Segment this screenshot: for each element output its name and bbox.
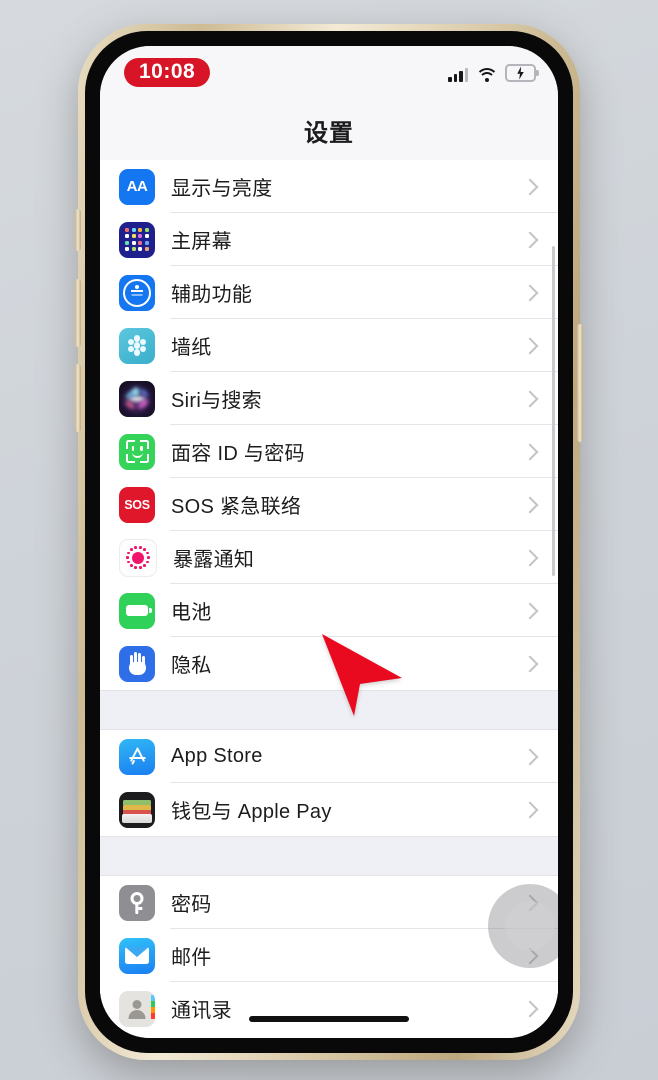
settings-row-label: 暴露通知 bbox=[173, 549, 255, 571]
chevron-right-icon bbox=[521, 443, 539, 460]
settings-row-label: 辅助功能 bbox=[171, 284, 253, 306]
accessibility-icon bbox=[119, 274, 155, 311]
cellular-signal-icon bbox=[448, 67, 468, 82]
settings-row-contacts[interactable]: 通讯录 bbox=[100, 982, 558, 1035]
settings-row-wallet-apple-pay[interactable]: 钱包与 Apple Pay bbox=[100, 783, 558, 836]
settings-list[interactable]: AA 显示与亮度 主屏幕 辅助功能 墙纸 Siri与搜索 面容 ID 与密码 S… bbox=[100, 160, 558, 1038]
chevron-right-icon bbox=[521, 801, 539, 818]
chevron-right-icon bbox=[521, 284, 539, 301]
settings-row-label: SOS 紧急联络 bbox=[171, 496, 302, 518]
chevron-right-icon bbox=[521, 748, 539, 765]
status-bar-time: 10:08 bbox=[124, 58, 211, 87]
chevron-right-icon bbox=[521, 231, 539, 248]
status-bar: 10:08 bbox=[100, 46, 558, 104]
status-bar-indicators bbox=[448, 64, 539, 82]
settings-row-label: 邮件 bbox=[171, 947, 212, 969]
face-id-icon bbox=[119, 433, 155, 470]
settings-row-emergency-sos[interactable]: SOS SOS 紧急联络 bbox=[100, 478, 558, 531]
settings-row-display-brightness[interactable]: AA 显示与亮度 bbox=[100, 160, 558, 213]
settings-row-label: App Store bbox=[171, 745, 263, 767]
chevron-right-icon bbox=[521, 496, 539, 513]
group-separator bbox=[100, 836, 558, 876]
mouse-cursor-arrow bbox=[322, 634, 402, 716]
emergency-sos-icon: SOS bbox=[119, 486, 155, 523]
mail-envelope-icon bbox=[119, 937, 155, 974]
iphone-device-frame: 10:08 设置 AA 显示与亮度 主屏幕 辅助功能 墙纸 Siri与搜索 面容… bbox=[75, 24, 583, 1060]
settings-group-2: App Store 钱包与 Apple Pay bbox=[100, 730, 558, 836]
settings-row-label: 墙纸 bbox=[171, 337, 212, 359]
silent-switch[interactable] bbox=[75, 209, 81, 251]
wallet-apple-pay-icon bbox=[119, 791, 155, 828]
assistive-touch-inner bbox=[505, 901, 555, 951]
settings-group-1: AA 显示与亮度 主屏幕 辅助功能 墙纸 Siri与搜索 面容 ID 与密码 S… bbox=[100, 160, 558, 690]
settings-row-label: 面容 ID 与密码 bbox=[171, 443, 305, 465]
settings-row-label: 显示与亮度 bbox=[171, 178, 273, 200]
siri-search-icon bbox=[119, 380, 155, 417]
chevron-right-icon bbox=[521, 602, 539, 619]
settings-row-label: 钱包与 Apple Pay bbox=[171, 801, 332, 823]
settings-row-accessibility[interactable]: 辅助功能 bbox=[100, 266, 558, 319]
settings-row-label: 密码 bbox=[171, 894, 212, 916]
volume-up-button[interactable] bbox=[75, 279, 81, 347]
navigation-bar: 设置 bbox=[100, 104, 558, 160]
power-button[interactable] bbox=[577, 324, 583, 442]
settings-row-face-id-passcode[interactable]: 面容 ID 与密码 bbox=[100, 425, 558, 478]
passwords-key-icon bbox=[119, 884, 155, 921]
settings-group-3: 密码 邮件 通讯录 bbox=[100, 876, 558, 1035]
settings-row-label: 通讯录 bbox=[171, 1000, 232, 1022]
chevron-right-icon bbox=[521, 1000, 539, 1017]
settings-row-label: 主屏幕 bbox=[171, 231, 232, 253]
settings-row-siri-search[interactable]: Siri与搜索 bbox=[100, 372, 558, 425]
wifi-icon bbox=[475, 67, 498, 82]
chevron-right-icon bbox=[521, 337, 539, 354]
screenshot-stage: 10:08 设置 AA 显示与亮度 主屏幕 辅助功能 墙纸 Siri与搜索 面容… bbox=[0, 0, 658, 1080]
home-screen-icon bbox=[119, 221, 155, 258]
settings-row-label: 电池 bbox=[171, 602, 212, 624]
chevron-right-icon bbox=[521, 549, 539, 566]
chevron-right-icon bbox=[521, 178, 539, 195]
chevron-right-icon bbox=[521, 390, 539, 407]
screen-bezel: 10:08 设置 AA 显示与亮度 主屏幕 辅助功能 墙纸 Siri与搜索 面容… bbox=[85, 31, 573, 1053]
battery-charging-icon bbox=[505, 64, 539, 82]
vertical-scroll-indicator[interactable] bbox=[551, 246, 555, 576]
wallpaper-icon bbox=[119, 327, 155, 364]
home-indicator-bar[interactable] bbox=[249, 1016, 409, 1022]
volume-down-button[interactable] bbox=[75, 364, 81, 432]
chevron-right-icon bbox=[521, 655, 539, 672]
app-store-icon bbox=[119, 738, 155, 775]
page-title: 设置 bbox=[304, 120, 354, 147]
battery-icon bbox=[119, 592, 155, 629]
settings-row-app-store[interactable]: App Store bbox=[100, 730, 558, 783]
privacy-hand-icon bbox=[119, 645, 155, 682]
exposure-notification-icon bbox=[119, 538, 157, 577]
settings-row-wallpaper[interactable]: 墙纸 bbox=[100, 319, 558, 372]
settings-row-label: Siri与搜索 bbox=[171, 390, 262, 412]
settings-row-home-screen[interactable]: 主屏幕 bbox=[100, 213, 558, 266]
display-brightness-icon: AA bbox=[119, 168, 155, 205]
iphone-screen: 10:08 设置 AA 显示与亮度 主屏幕 辅助功能 墙纸 Siri与搜索 面容… bbox=[100, 46, 558, 1038]
settings-row-label: 隐私 bbox=[171, 655, 212, 677]
settings-row-exposure-notifications[interactable]: 暴露通知 bbox=[100, 531, 558, 584]
contacts-icon bbox=[119, 990, 155, 1027]
